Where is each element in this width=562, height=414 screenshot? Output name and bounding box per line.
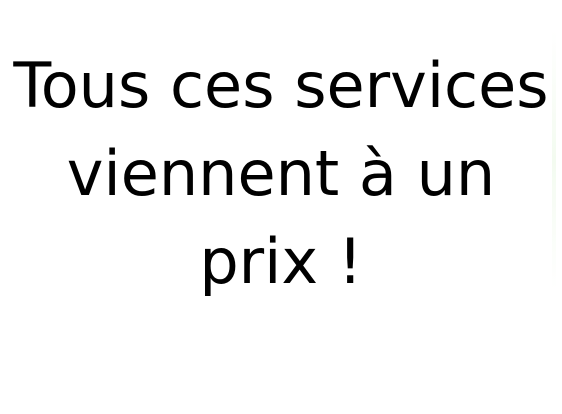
background-edge-decoration bbox=[552, 30, 556, 290]
headline-line-2: viennent à un bbox=[66, 137, 496, 210]
slide-canvas: Tous ces services viennent à un prix ! bbox=[0, 0, 562, 414]
headline-line-1: Tous ces services bbox=[13, 49, 549, 122]
headline-text: Tous ces services viennent à un prix ! bbox=[0, 42, 562, 306]
headline-line-3: prix ! bbox=[199, 225, 363, 298]
